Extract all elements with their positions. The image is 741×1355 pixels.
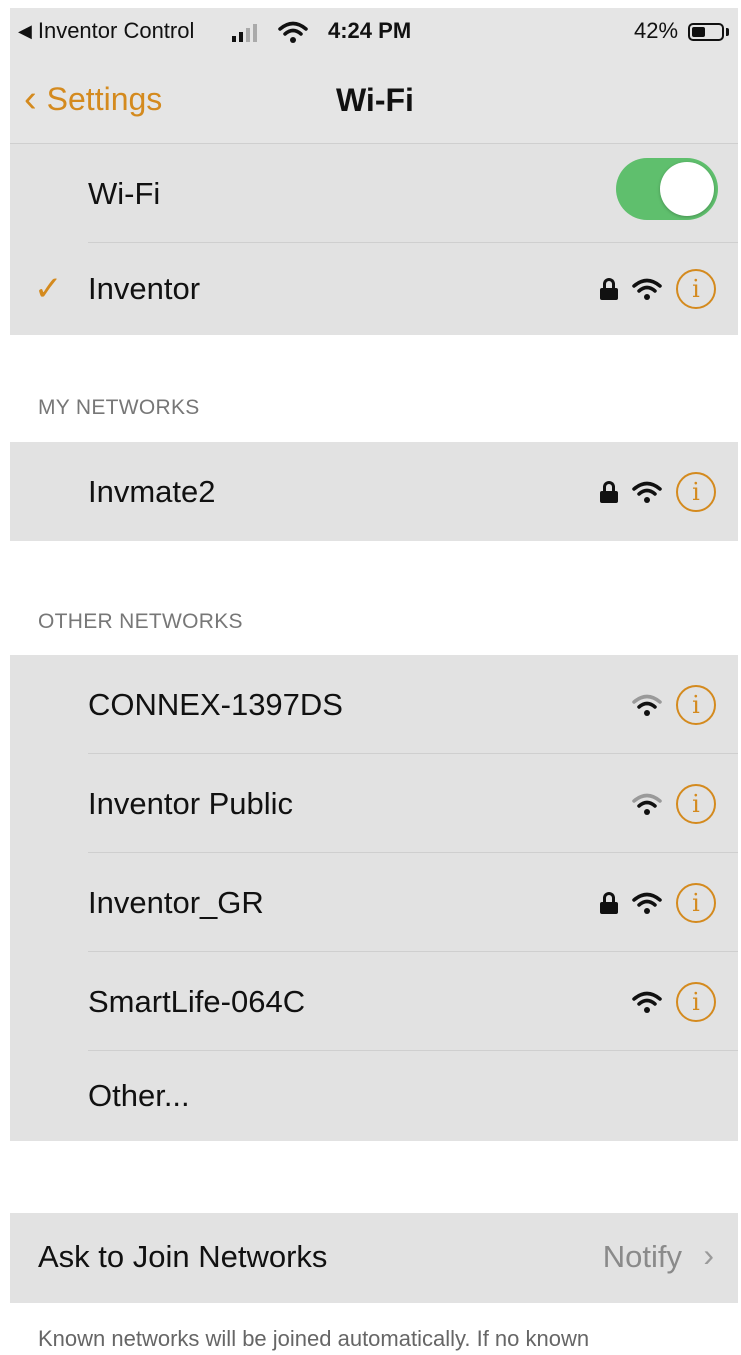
toggle-knob [660,162,714,216]
lock-icon [600,278,618,300]
navigation-bar: ‹ Settings Wi-Fi [10,58,738,144]
wifi-signal-icon [632,694,662,716]
back-triangle-icon: ◀ [18,20,32,41]
wifi-status-icon [278,21,308,43]
chevron-right-icon: › [703,1237,714,1273]
lock-icon [600,480,618,503]
back-app-label: Inventor Control [37,18,195,43]
info-icon[interactable]: i [676,471,716,512]
wifi-signal-icon [632,793,662,815]
wifi-toggle-row: Wi-Fi [10,144,738,243]
wifi-group: Wi-Fi ✓ Inventor i [10,144,738,335]
settings-back-button[interactable]: ‹ Settings [24,80,162,118]
network-name: Inventor Public [88,785,294,821]
cellular-signal-icon [232,24,257,42]
network-name: SmartLife-064C [88,983,306,1019]
checkmark-icon: ✓ [34,270,63,308]
status-time: 4:24 PM [328,18,412,43]
ask-to-join-label: Ask to Join Networks [38,1239,328,1274]
my-networks-header: MY NETWORKS [38,396,200,419]
settings-screen: ◀ Inventor Control 4:24 PM 42% ‹ Setting… [10,8,738,1355]
info-icon[interactable]: i [676,783,716,824]
wifi-signal-icon [632,481,662,503]
ask-to-join-footer: Known networks will be joined automatica… [38,1326,590,1351]
info-icon[interactable]: i [676,684,716,725]
connected-network-row[interactable]: ✓ Inventor i [10,243,738,335]
battery-tip [726,28,729,36]
network-row[interactable]: Inventor_GR i [10,853,738,952]
network-row[interactable]: Invmate2 i [10,442,738,541]
wifi-label: Wi-Fi [88,175,161,211]
info-icon[interactable]: i [676,269,716,309]
chevron-left-icon: ‹ [24,78,37,120]
wifi-signal-icon [632,991,662,1013]
info-icon[interactable]: i [676,882,716,923]
wifi-signal-icon [632,892,662,914]
network-row[interactable]: SmartLife-064C i [10,952,738,1051]
info-icon[interactable]: i [676,981,716,1022]
other-networks-header: OTHER NETWORKS [38,610,243,633]
ask-to-join-row[interactable]: Ask to Join Networks Notify › [10,1213,738,1303]
other-network-row[interactable]: Other... [10,1051,738,1141]
other-networks-group: CONNEX-1397DS i Inventor Public i Invent… [10,655,738,1141]
network-row[interactable]: CONNEX-1397DS i [10,655,738,754]
page-title: Wi-Fi [336,82,414,118]
status-bar: ◀ Inventor Control 4:24 PM 42% [10,8,738,58]
other-network-label: Other... [88,1078,190,1113]
network-name: Invmate2 [88,473,216,509]
network-name: Inventor_GR [88,884,264,920]
wifi-signal-icon [632,278,662,300]
network-row[interactable]: Inventor Public i [10,754,738,853]
network-name: CONNEX-1397DS [88,686,343,722]
battery-icon [688,23,724,41]
connected-network-name: Inventor [88,271,201,306]
back-label: Settings [46,80,163,117]
wifi-toggle[interactable] [616,158,718,220]
lock-icon [600,891,618,914]
ask-to-join-value: Notify [602,1239,682,1274]
my-networks-group: Invmate2 i [10,442,738,541]
battery-percent: 42% [634,18,679,43]
back-to-app-link[interactable]: ◀ Inventor Control [18,18,194,44]
